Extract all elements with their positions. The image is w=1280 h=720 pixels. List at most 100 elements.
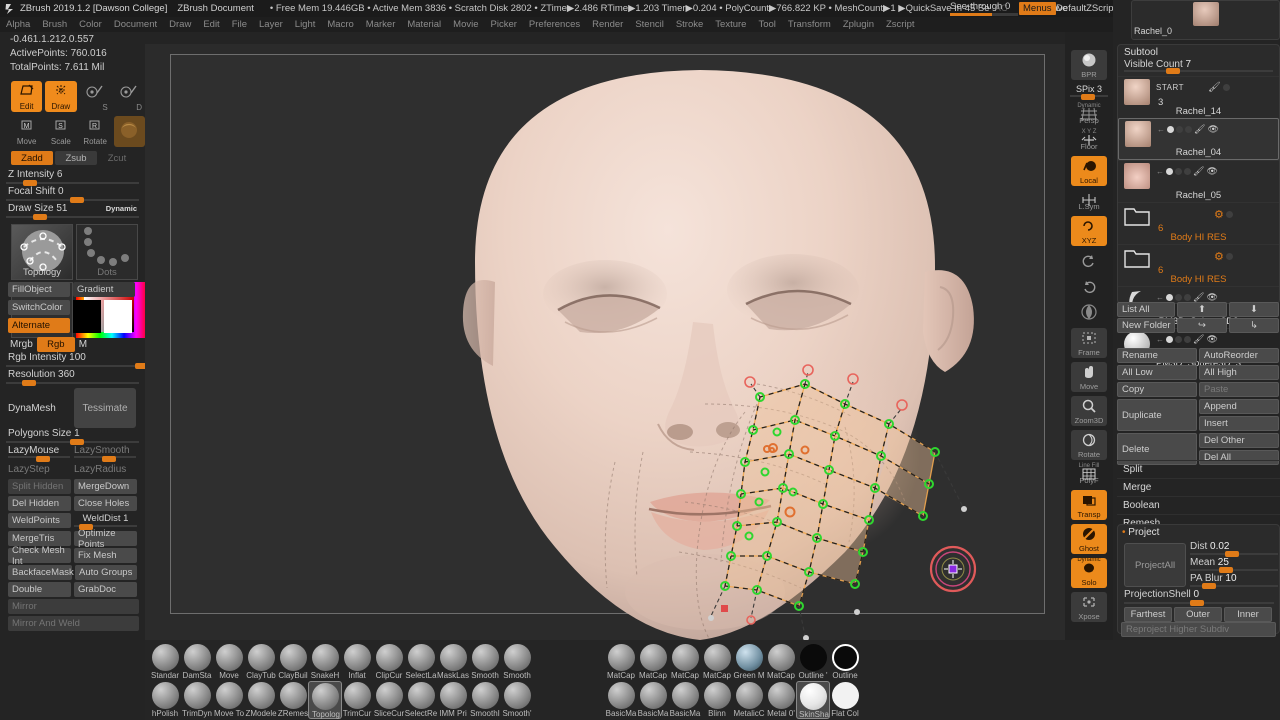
menu-item-picker[interactable]: Picker	[485, 17, 523, 32]
new-folder-button[interactable]: New Folder	[1117, 318, 1175, 333]
eye-icon[interactable]: 👁	[1207, 124, 1218, 135]
material-sphere-button[interactable]	[113, 116, 145, 147]
brush-smooth[interactable]: Smooth	[468, 643, 502, 681]
mesh-button-backfacemask[interactable]: BackfaceMask	[8, 565, 74, 580]
menu-item-stroke[interactable]: Stroke	[670, 17, 709, 32]
brush-selectla[interactable]: SelectLa	[404, 643, 438, 681]
arrow-icon[interactable]: ←	[1156, 293, 1164, 302]
vtool-xyz[interactable]: XYZ	[1071, 216, 1107, 246]
menu-item-movie[interactable]: Movie	[447, 17, 484, 32]
material-matcap[interactable]: MatCap	[604, 643, 638, 681]
lazymouse-button[interactable]: LazyMouse	[8, 445, 70, 456]
brush-hpolish[interactable]: hPolish	[148, 681, 182, 719]
vtool-ghost[interactable]: Ghost	[1071, 524, 1107, 554]
eye-dot-1[interactable]	[1166, 168, 1173, 175]
lazystep-button[interactable]: LazyStep	[8, 464, 70, 475]
spix-slider[interactable]: SPix 3	[1070, 84, 1108, 100]
see-through-slider[interactable]: See-through 0	[950, 1, 1018, 16]
material-metalicc[interactable]: MetalicC	[732, 681, 766, 719]
brush-standar[interactable]: Standar	[148, 643, 182, 681]
vtool-transp[interactable]: Transp	[1071, 490, 1107, 520]
eye-dot-2[interactable]	[1175, 294, 1182, 301]
scale-button[interactable]: S Scale	[45, 116, 76, 147]
menu-item-material[interactable]: Material	[401, 17, 447, 32]
visibility-icon[interactable]	[1225, 253, 1233, 260]
action-rename-button[interactable]: Rename	[1117, 348, 1197, 363]
material-basicma[interactable]: BasicMa	[636, 681, 670, 719]
vtool-zoom3d[interactable]: Zoom3D	[1071, 396, 1107, 426]
polygons-size-slider[interactable]: Polygons Size 1	[6, 428, 139, 445]
eye-dot-3[interactable]	[1184, 294, 1191, 301]
gear-icon[interactable]: ⚙	[1214, 208, 1224, 221]
menu-item-document[interactable]: Document	[108, 17, 163, 32]
subtool-item[interactable]: ⚙ 6 Body HI RES	[1118, 244, 1279, 286]
lazysmooth-button[interactable]: LazySmooth	[74, 445, 136, 456]
polypaint-icon[interactable]: 🖌	[1193, 166, 1204, 177]
brush-clipcur[interactable]: ClipCur	[372, 643, 406, 681]
eye-dot-2[interactable]	[1175, 336, 1182, 343]
project-slider-dist[interactable]: Dist 0.02	[1190, 541, 1278, 557]
brush-snakeh[interactable]: SnakeH	[308, 643, 342, 681]
material-green-m[interactable]: Green M	[732, 643, 766, 681]
eye-dot-1[interactable]	[1166, 336, 1173, 343]
dynamesh-button[interactable]: DynaMesh	[8, 388, 70, 428]
move-in-button[interactable]: ↳	[1229, 318, 1279, 333]
material-outline-[interactable]: Outline '	[796, 643, 830, 681]
menu-item-edit[interactable]: Edit	[197, 17, 225, 32]
vtool-polyf[interactable]: Line Fill PolyF	[1071, 463, 1107, 486]
slider-z-intensity[interactable]: Z Intensity 6	[6, 169, 139, 186]
visibility-icon[interactable]	[1222, 84, 1230, 91]
mesh-button-close-holes[interactable]: Close Holes	[74, 496, 137, 511]
action-copy-button[interactable]: Copy	[1117, 382, 1197, 397]
brush-move-to[interactable]: Move To	[212, 681, 246, 719]
material-skinsha[interactable]: SkinSha	[796, 681, 830, 719]
menu-item-preferences[interactable]: Preferences	[523, 17, 586, 32]
vtool-xpose[interactable]: Xpose	[1071, 592, 1107, 622]
menu-item-texture[interactable]: Texture	[709, 17, 752, 32]
vtool-l-sym[interactable]: L.Sym	[1071, 190, 1107, 212]
viewport[interactable]	[145, 32, 1065, 640]
material-matcap[interactable]: MatCap	[636, 643, 670, 681]
vtool-rotate-cw-icon[interactable]	[1071, 276, 1107, 298]
menu-item-tool[interactable]: Tool	[752, 17, 781, 32]
vtool-polypaint-sphere-icon[interactable]	[1071, 302, 1107, 324]
menu-item-transform[interactable]: Transform	[782, 17, 837, 32]
action-all-high-button[interactable]: All High	[1199, 365, 1279, 380]
brush-move[interactable]: Move	[212, 643, 246, 681]
menu-item-marker[interactable]: Marker	[360, 17, 402, 32]
mesh-button-mirror[interactable]: Mirror	[8, 599, 139, 614]
vtool-solo[interactable]: Dynamic Solo	[1071, 557, 1107, 588]
eye-dot-3[interactable]	[1184, 168, 1191, 175]
lazyradius-button[interactable]: LazyRadius	[74, 464, 136, 475]
stroke-picker[interactable]: Topology	[11, 224, 73, 280]
visibility-icon[interactable]	[1225, 211, 1233, 218]
material-flat-col[interactable]: Flat Col	[828, 681, 862, 719]
project-slider-pa-blur[interactable]: PA Blur 10	[1190, 573, 1278, 589]
material-blinn[interactable]: Blinn	[700, 681, 734, 719]
menu-item-render[interactable]: Render	[586, 17, 629, 32]
zsub-button[interactable]: Zsub	[55, 151, 97, 165]
action-paste-button[interactable]: Paste	[1199, 382, 1279, 397]
material-metal-0-[interactable]: Metal 0'	[764, 681, 798, 719]
switchcolor-button[interactable]: SwitchColor	[8, 300, 70, 315]
polypaint-icon[interactable]: 🖌	[1208, 82, 1221, 93]
material-matcap[interactable]: MatCap	[668, 643, 702, 681]
subtool-item[interactable]: START 🖌 3 Rachel_14	[1118, 76, 1279, 118]
draw-button[interactable]: Draw	[45, 81, 77, 112]
menu-item-alpha[interactable]: Alpha	[0, 17, 36, 32]
mesh-button-grabdoc[interactable]: GrabDoc	[74, 582, 137, 597]
arrow-icon[interactable]: ←	[1157, 125, 1165, 134]
material-basicma[interactable]: BasicMa	[604, 681, 638, 719]
zcut-button[interactable]: Zcut	[99, 151, 135, 165]
vtool-persp[interactable]: Dynamic Persp	[1071, 103, 1107, 126]
menu-item-stencil[interactable]: Stencil	[629, 17, 670, 32]
dynamic-mode-button[interactable]: D	[114, 81, 145, 112]
vtool-floor[interactable]: X Y Z Floor	[1071, 129, 1107, 152]
menu-item-color[interactable]: Color	[73, 17, 108, 32]
action-duplicate-button[interactable]: Duplicate	[1117, 399, 1197, 431]
brush-slicecur[interactable]: SliceCur	[372, 681, 406, 719]
eye-dot-3[interactable]	[1185, 126, 1192, 133]
mesh-button-split-hidden[interactable]: Split Hidden	[8, 479, 71, 494]
menus-button[interactable]: Menus	[1019, 2, 1056, 15]
mesh-button-del-hidden[interactable]: Del Hidden	[8, 496, 71, 511]
